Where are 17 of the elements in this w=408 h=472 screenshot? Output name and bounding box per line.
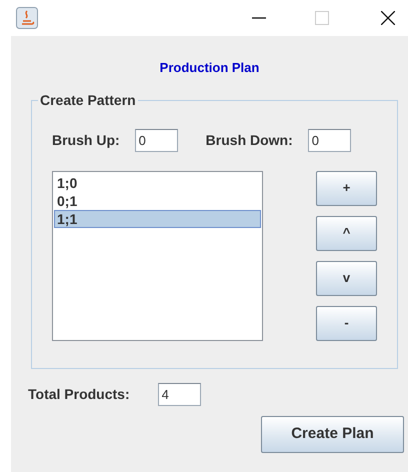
text-field[interactable]: 0 [308,128,351,152]
close-icon[interactable] [381,11,395,25]
list-action-button[interactable]: ^ [316,216,377,250]
list-action-button[interactable]: v [316,260,377,296]
create-plan-button[interactable]: Create Plan [261,416,404,452]
field-label: Brush Up: [52,130,120,150]
app-icon [16,7,38,29]
list-item[interactable]: 0;1 [54,192,261,210]
list-item[interactable]: 1;1 [54,210,261,228]
field-label: Brush Down: [206,130,293,150]
text-field[interactable]: 0 [134,128,178,152]
text-field[interactable]: 4 [158,382,201,406]
list-action-button[interactable]: + [316,170,377,206]
heading-text: Production Plan [160,59,260,77]
list-action-button[interactable]: - [316,306,377,340]
field-label: Total Products: [28,384,130,404]
list-item[interactable]: 1;0 [54,174,261,192]
